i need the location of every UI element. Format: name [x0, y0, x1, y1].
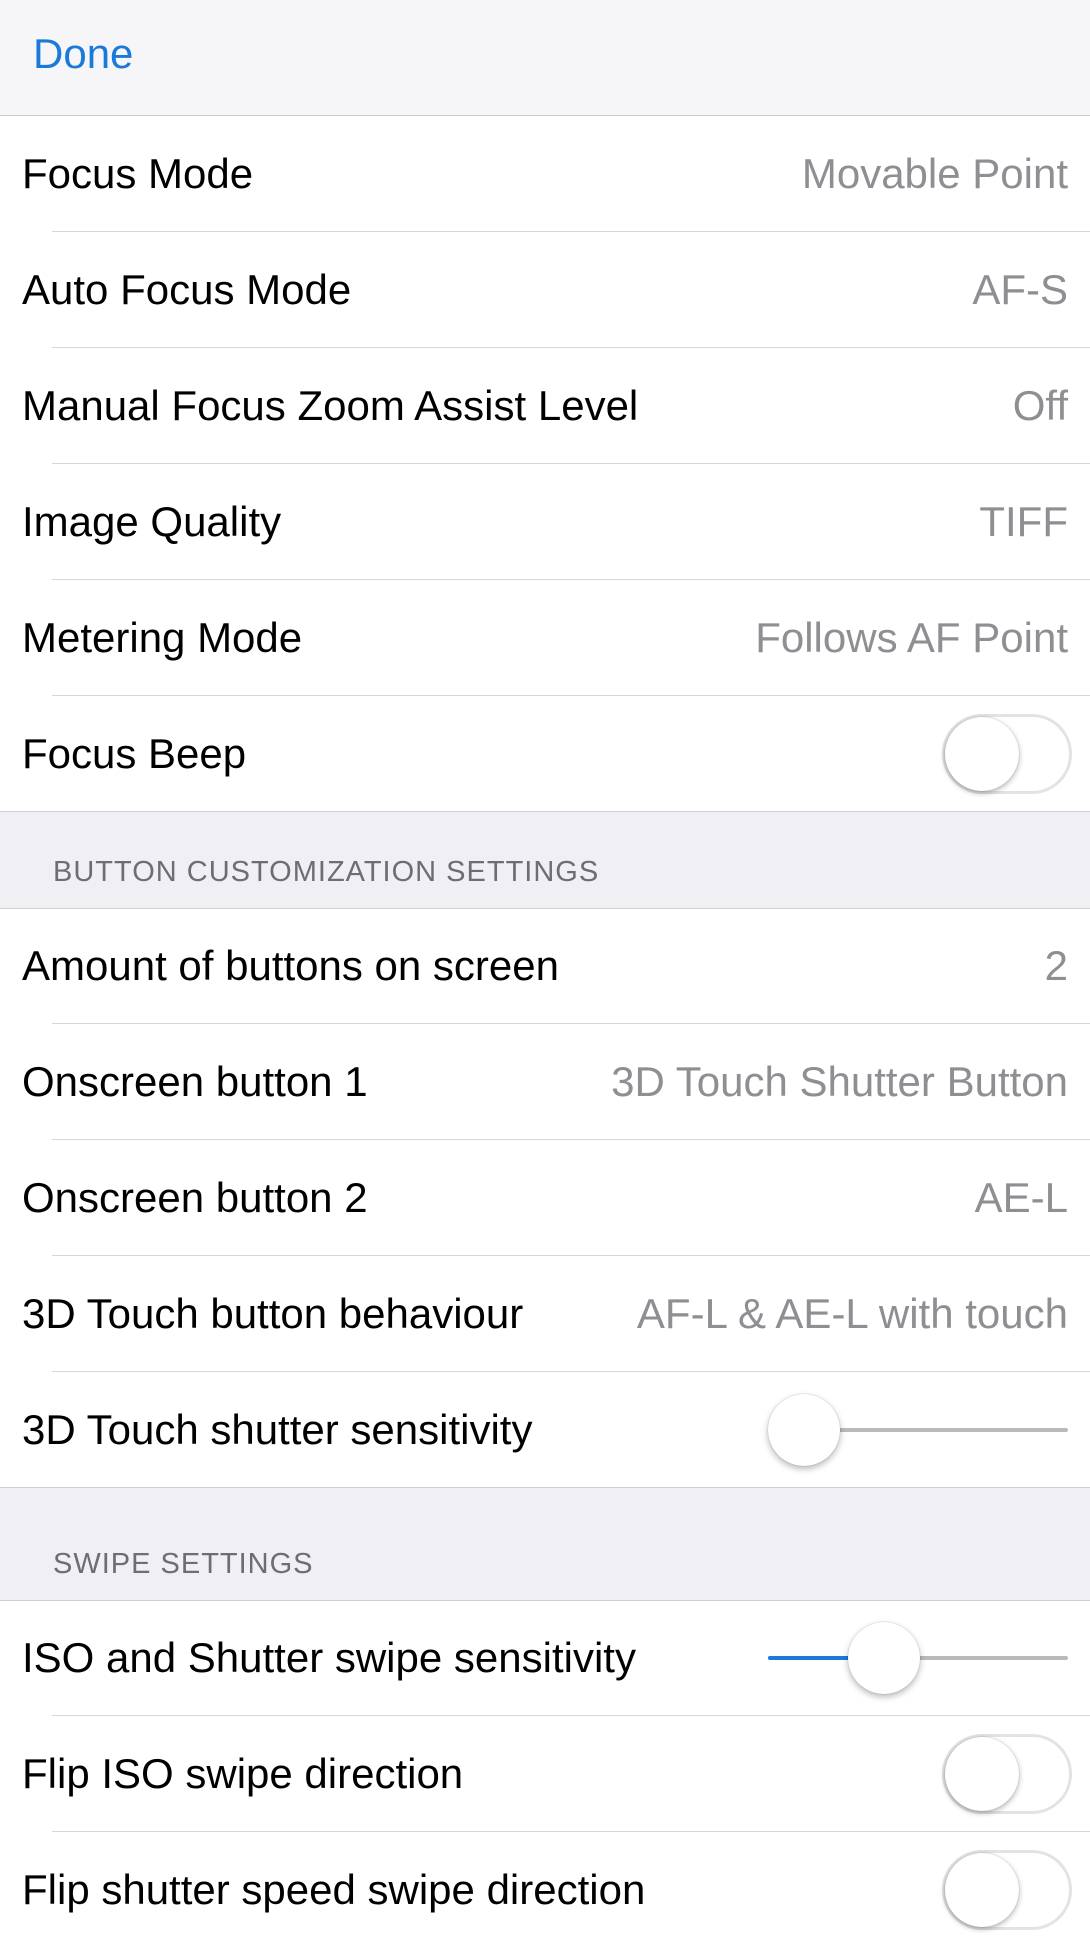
setting-label: Focus Beep [22, 730, 247, 777]
setting-label: Flip shutter speed swipe direction [22, 1866, 646, 1913]
focus-beep-toggle[interactable] [942, 714, 1072, 794]
section-header-button-customization: BUTTON CUSTOMIZATION SETTINGS [53, 856, 600, 888]
setting-value: AE-L [974, 1174, 1068, 1221]
done-button[interactable]: Done [33, 30, 133, 78]
setting-row-onscreen-button-2[interactable]: Onscreen button 2 AE-L [0, 1140, 1090, 1256]
flip-iso-swipe-toggle[interactable] [942, 1734, 1072, 1814]
toggle-knob [945, 1853, 1019, 1927]
setting-label: Flip ISO swipe direction [22, 1750, 464, 1797]
setting-value: Movable Point [801, 150, 1068, 197]
setting-value: 2 [1044, 942, 1068, 989]
setting-row-3d-touch-behaviour[interactable]: 3D Touch button behaviour AF-L & AE-L wi… [0, 1256, 1090, 1372]
setting-value: Off [1012, 382, 1068, 429]
setting-row-iso-shutter-swipe-sensitivity: ISO and Shutter swipe sensitivity [0, 1600, 1090, 1716]
setting-row-flip-shutter-swipe: Flip shutter speed swipe direction [0, 1832, 1090, 1948]
setting-row-manual-focus-zoom-assist[interactable]: Manual Focus Zoom Assist Level Off [0, 348, 1090, 464]
setting-label: Image Quality [22, 498, 282, 545]
button-settings-group: Amount of buttons on screen 2 Onscreen b… [0, 908, 1090, 1488]
setting-label: Amount of buttons on screen [22, 942, 559, 989]
camera-settings-group: Focus Mode Movable Point Auto Focus Mode… [0, 116, 1090, 812]
3d-touch-sensitivity-slider[interactable] [768, 1394, 1068, 1466]
setting-label: Auto Focus Mode [22, 266, 352, 313]
toggle-knob [945, 1737, 1019, 1811]
setting-row-amount-of-buttons[interactable]: Amount of buttons on screen 2 [0, 908, 1090, 1024]
swipe-settings-group: ISO and Shutter swipe sensitivity Flip I… [0, 1600, 1090, 1948]
setting-value: AF-S [972, 266, 1068, 313]
setting-label: 3D Touch button behaviour [22, 1290, 524, 1337]
setting-row-onscreen-button-1[interactable]: Onscreen button 1 3D Touch Shutter Butto… [0, 1024, 1090, 1140]
setting-value: 3D Touch Shutter Button [611, 1058, 1068, 1105]
swipe-sensitivity-slider[interactable] [768, 1622, 1068, 1694]
setting-label: Metering Mode [22, 614, 303, 661]
setting-row-focus-beep: Focus Beep [0, 696, 1090, 812]
setting-value: Follows AF Point [755, 614, 1068, 661]
setting-label: ISO and Shutter swipe sensitivity [22, 1634, 636, 1681]
slider-thumb[interactable] [768, 1394, 840, 1466]
slider-thumb[interactable] [847, 1622, 920, 1694]
group-border [0, 1487, 1090, 1488]
setting-row-focus-mode[interactable]: Focus Mode Movable Point [0, 116, 1090, 232]
setting-label: 3D Touch shutter sensitivity [22, 1406, 533, 1453]
setting-label: Manual Focus Zoom Assist Level [22, 382, 639, 429]
setting-label: Onscreen button 1 [22, 1058, 368, 1105]
setting-label: Focus Mode [22, 150, 254, 197]
section-header-swipe-settings: SWIPE SETTINGS [53, 1548, 314, 1580]
setting-row-3d-touch-sensitivity: 3D Touch shutter sensitivity [0, 1372, 1090, 1488]
group-border [0, 811, 1090, 812]
setting-value: AF-L & AE-L with touch [636, 1290, 1068, 1337]
setting-row-image-quality[interactable]: Image Quality TIFF [0, 464, 1090, 580]
setting-label: Onscreen button 2 [22, 1174, 368, 1221]
toggle-knob [945, 717, 1019, 791]
navigation-bar: Done [0, 0, 1090, 116]
setting-row-auto-focus-mode[interactable]: Auto Focus Mode AF-S [0, 232, 1090, 348]
setting-row-flip-iso-swipe: Flip ISO swipe direction [0, 1716, 1090, 1832]
flip-shutter-swipe-toggle[interactable] [942, 1850, 1072, 1930]
setting-value: TIFF [979, 498, 1068, 545]
setting-row-metering-mode[interactable]: Metering Mode Follows AF Point [0, 580, 1090, 696]
